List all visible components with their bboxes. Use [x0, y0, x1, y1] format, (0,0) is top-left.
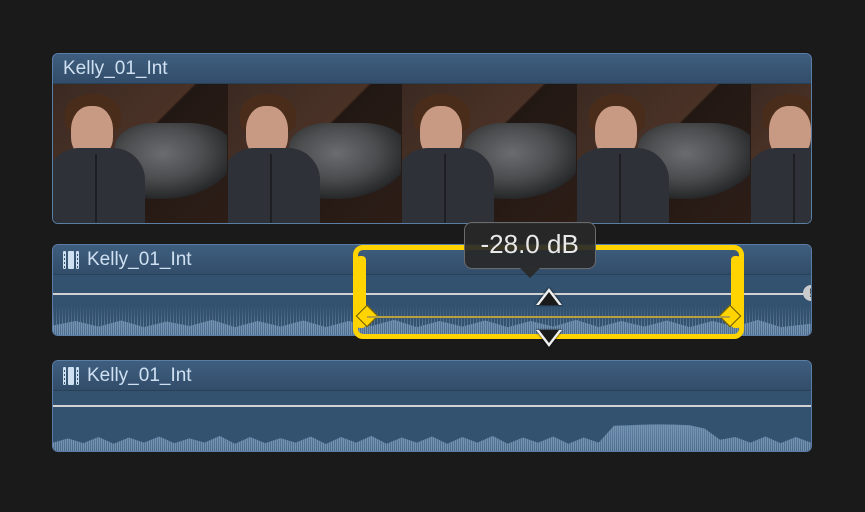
volume-line[interactable] — [53, 405, 811, 407]
audio-clip-1-title: Kelly_01_Int — [87, 249, 192, 271]
audio-clip-2[interactable]: Kelly_01_Int — [52, 360, 812, 452]
volume-level-tooltip: -28.0 dB — [464, 222, 596, 269]
volume-line[interactable] — [53, 293, 811, 295]
video-thumbnail — [751, 84, 811, 223]
audio-clip-2-title-bar[interactable]: Kelly_01_Int — [53, 361, 811, 391]
audio-clip-1-title-bar[interactable]: Kelly_01_Int — [53, 245, 811, 275]
video-thumbnail — [228, 84, 403, 223]
filmstrip-icon — [63, 251, 79, 269]
video-thumbnail — [53, 84, 228, 223]
fade-handle-down-icon[interactable] — [536, 330, 562, 347]
volume-level-value: -28.0 dB — [481, 229, 579, 259]
video-thumbnail — [577, 84, 752, 223]
fade-handle-up-icon[interactable] — [536, 288, 562, 305]
audio-waveform[interactable] — [53, 275, 811, 335]
audio-waveform[interactable] — [53, 391, 811, 451]
video-clip[interactable]: Kelly_01_Int — [52, 53, 812, 224]
video-filmstrip[interactable] — [53, 84, 811, 223]
filmstrip-icon — [63, 367, 79, 385]
clip-warning-icon: ! — [803, 285, 812, 301]
audio-clip-1[interactable]: Kelly_01_Int ! — [52, 244, 812, 336]
volume-line-selected[interactable] — [367, 316, 730, 318]
video-thumbnail — [402, 84, 577, 223]
video-clip-title: Kelly_01_Int — [63, 58, 168, 80]
audio-clip-2-title: Kelly_01_Int — [87, 365, 192, 387]
video-clip-title-bar[interactable]: Kelly_01_Int — [53, 54, 811, 84]
